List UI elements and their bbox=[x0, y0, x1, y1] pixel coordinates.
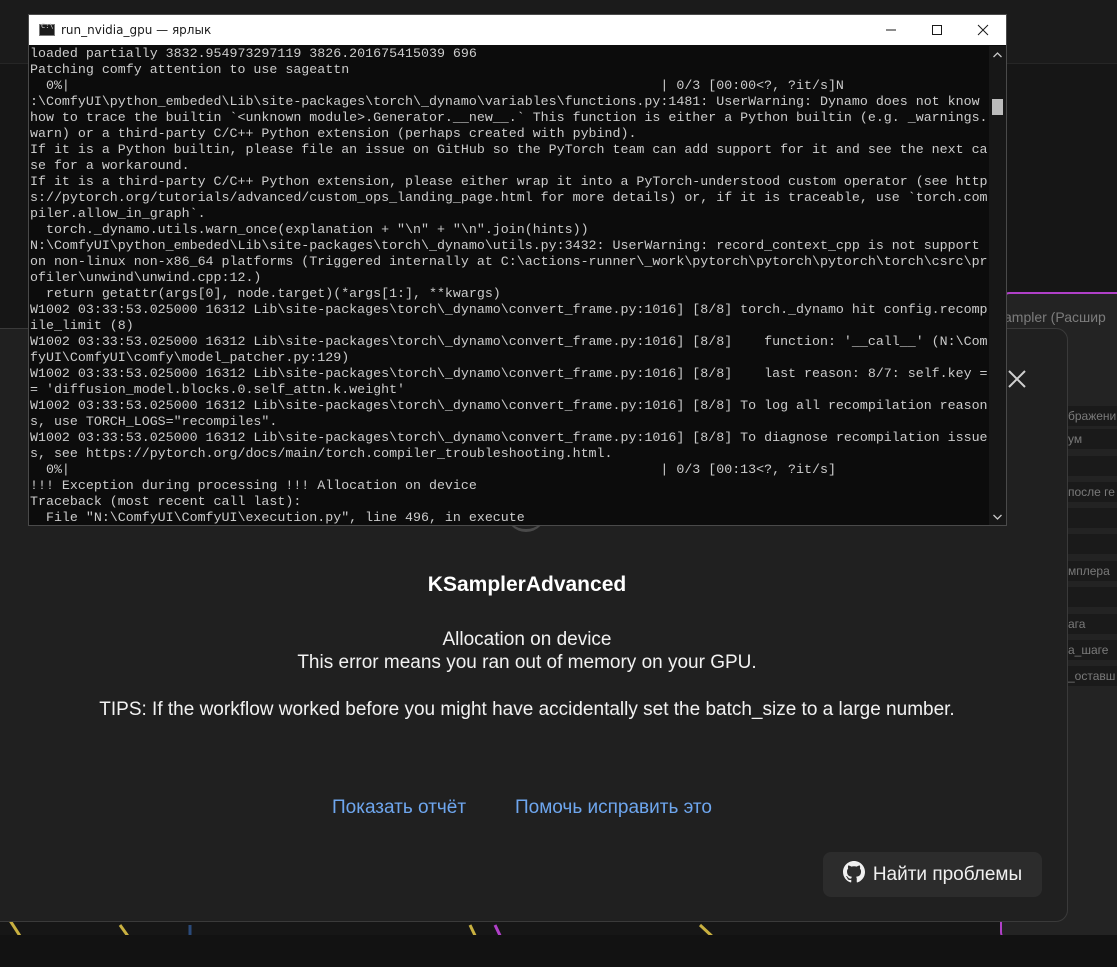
console-window[interactable]: run_nvidia_gpu — ярлык loaded partially … bbox=[28, 14, 1007, 526]
chevron-up-icon bbox=[993, 51, 1002, 57]
maximize-button[interactable] bbox=[914, 15, 960, 45]
scrollbar-thumb[interactable] bbox=[992, 99, 1003, 115]
close-window-icon bbox=[977, 24, 989, 36]
console-line: s, see https://pytorch.org/docs/main/tor… bbox=[30, 446, 613, 461]
maximize-icon bbox=[932, 25, 942, 35]
console-line: torch._dynamo.utils.warn_once(explanatio… bbox=[30, 222, 589, 237]
node-field[interactable] bbox=[1062, 456, 1117, 476]
error-node-title: KSamplerAdvanced bbox=[427, 573, 627, 596]
console-line: 0%| | 0/3 [00:00<?, ?it/s]N bbox=[30, 78, 844, 93]
node-field[interactable] bbox=[1062, 534, 1117, 554]
show-report-link[interactable]: Показать отчёт bbox=[332, 797, 466, 819]
console-line: :\ComfyUI\python_embeded\Lib\site-packag… bbox=[30, 94, 980, 109]
window-titlebar[interactable]: run_nvidia_gpu — ярлык bbox=[29, 15, 1006, 45]
node-title: ampler (Расшир bbox=[1004, 309, 1106, 325]
canvas-bottom-strip bbox=[0, 935, 1117, 967]
terminal-icon bbox=[39, 22, 55, 36]
console-line: If it is a third-party C/C++ Python exte… bbox=[30, 174, 988, 189]
close-icon[interactable] bbox=[1004, 366, 1030, 392]
console-line: return getattr(args[0], node.target)(*ar… bbox=[30, 286, 501, 301]
scroll-up-button[interactable] bbox=[989, 46, 1006, 63]
find-issues-button[interactable]: Найти проблемы bbox=[823, 852, 1042, 897]
node-field[interactable]: _оставш bbox=[1062, 666, 1117, 686]
console-line: If it is a Python builtin, please file a… bbox=[30, 142, 988, 157]
node-field[interactable]: ум bbox=[1062, 429, 1117, 449]
console-line: W1002 03:33:53.025000 16312 Lib\site-pac… bbox=[30, 334, 988, 349]
close-window-button[interactable] bbox=[960, 15, 1006, 45]
console-line: fyUI\ComfyUI\comfy\model_patcher.py:129) bbox=[30, 350, 350, 365]
console-line: warn) or a third-party C/C++ Python exte… bbox=[30, 126, 637, 141]
node-field[interactable]: бражени bbox=[1062, 406, 1117, 426]
console-line: ile_limit (8) bbox=[30, 318, 134, 333]
node-field[interactable] bbox=[1062, 508, 1117, 528]
console-line: W1002 03:33:53.025000 16312 Lib\site-pac… bbox=[30, 430, 988, 445]
error-explanation: This error means you ran out of memory o… bbox=[297, 652, 757, 673]
scroll-down-button[interactable] bbox=[989, 508, 1006, 525]
node-field[interactable] bbox=[1062, 587, 1117, 607]
console-line: Traceback (most recent call last): bbox=[30, 494, 302, 509]
console-line: W1002 03:33:53.025000 16312 Lib\site-pac… bbox=[30, 398, 988, 413]
minimize-button[interactable] bbox=[868, 15, 914, 45]
window-controls bbox=[868, 15, 1006, 45]
find-issues-label: Найти проблемы bbox=[872, 863, 1023, 885]
console-scrollbar[interactable] bbox=[989, 46, 1006, 525]
chevron-down-icon bbox=[993, 514, 1002, 520]
error-message: Allocation on device bbox=[442, 629, 612, 650]
minimize-icon bbox=[886, 29, 896, 31]
console-line: loaded partially 3832.954973297119 3826.… bbox=[30, 46, 477, 61]
console-line: piler.allow_in_graph`. bbox=[30, 206, 206, 221]
github-icon bbox=[842, 860, 865, 889]
console-line: !!! Exception during processing !!! Allo… bbox=[30, 478, 477, 493]
console-line: s, use TORCH_LOGS="recompiles". bbox=[30, 414, 278, 429]
console-output[interactable]: loaded partially 3832.954973297119 3826.… bbox=[30, 46, 990, 525]
node-field[interactable]: ага bbox=[1062, 614, 1117, 634]
window-title: run_nvidia_gpu — ярлык bbox=[61, 23, 212, 37]
console-line: on non-linux non-x86_64 platforms (Trigg… bbox=[30, 254, 988, 269]
node-field[interactable]: после ге bbox=[1062, 482, 1117, 502]
error-tips: TIPS: If the workflow worked before you … bbox=[99, 699, 955, 720]
console-line: s://pytorch.org/tutorials/advanced/custo… bbox=[30, 190, 988, 205]
console-line: se for a workaround. bbox=[30, 158, 190, 173]
console-line: how to trace the builtin `<unknown modul… bbox=[30, 110, 988, 125]
console-line: W1002 03:33:53.025000 16312 Lib\site-pac… bbox=[30, 302, 988, 317]
help-fix-link[interactable]: Помочь исправить это bbox=[515, 797, 712, 819]
console-line: W1002 03:33:53.025000 16312 Lib\site-pac… bbox=[30, 366, 988, 381]
node-field[interactable]: мплера bbox=[1062, 561, 1117, 581]
node-field[interactable]: а_шаге bbox=[1062, 640, 1117, 660]
console-line: 0%| | 0/3 [00:13<?, ?it/s] bbox=[30, 462, 836, 477]
console-line: ofiler\unwind\unwind.cpp:12.) bbox=[30, 270, 262, 285]
console-line: = 'diffusion_model.blocks.0.self_attn.k.… bbox=[30, 382, 406, 397]
console-line: Patching comfy attention to use sageattn bbox=[30, 62, 350, 77]
console-line: N:\ComfyUI\python_embeded\Lib\site-packa… bbox=[30, 238, 980, 253]
console-line: File "N:\ComfyUI\ComfyUI\execution.py", … bbox=[30, 510, 525, 525]
